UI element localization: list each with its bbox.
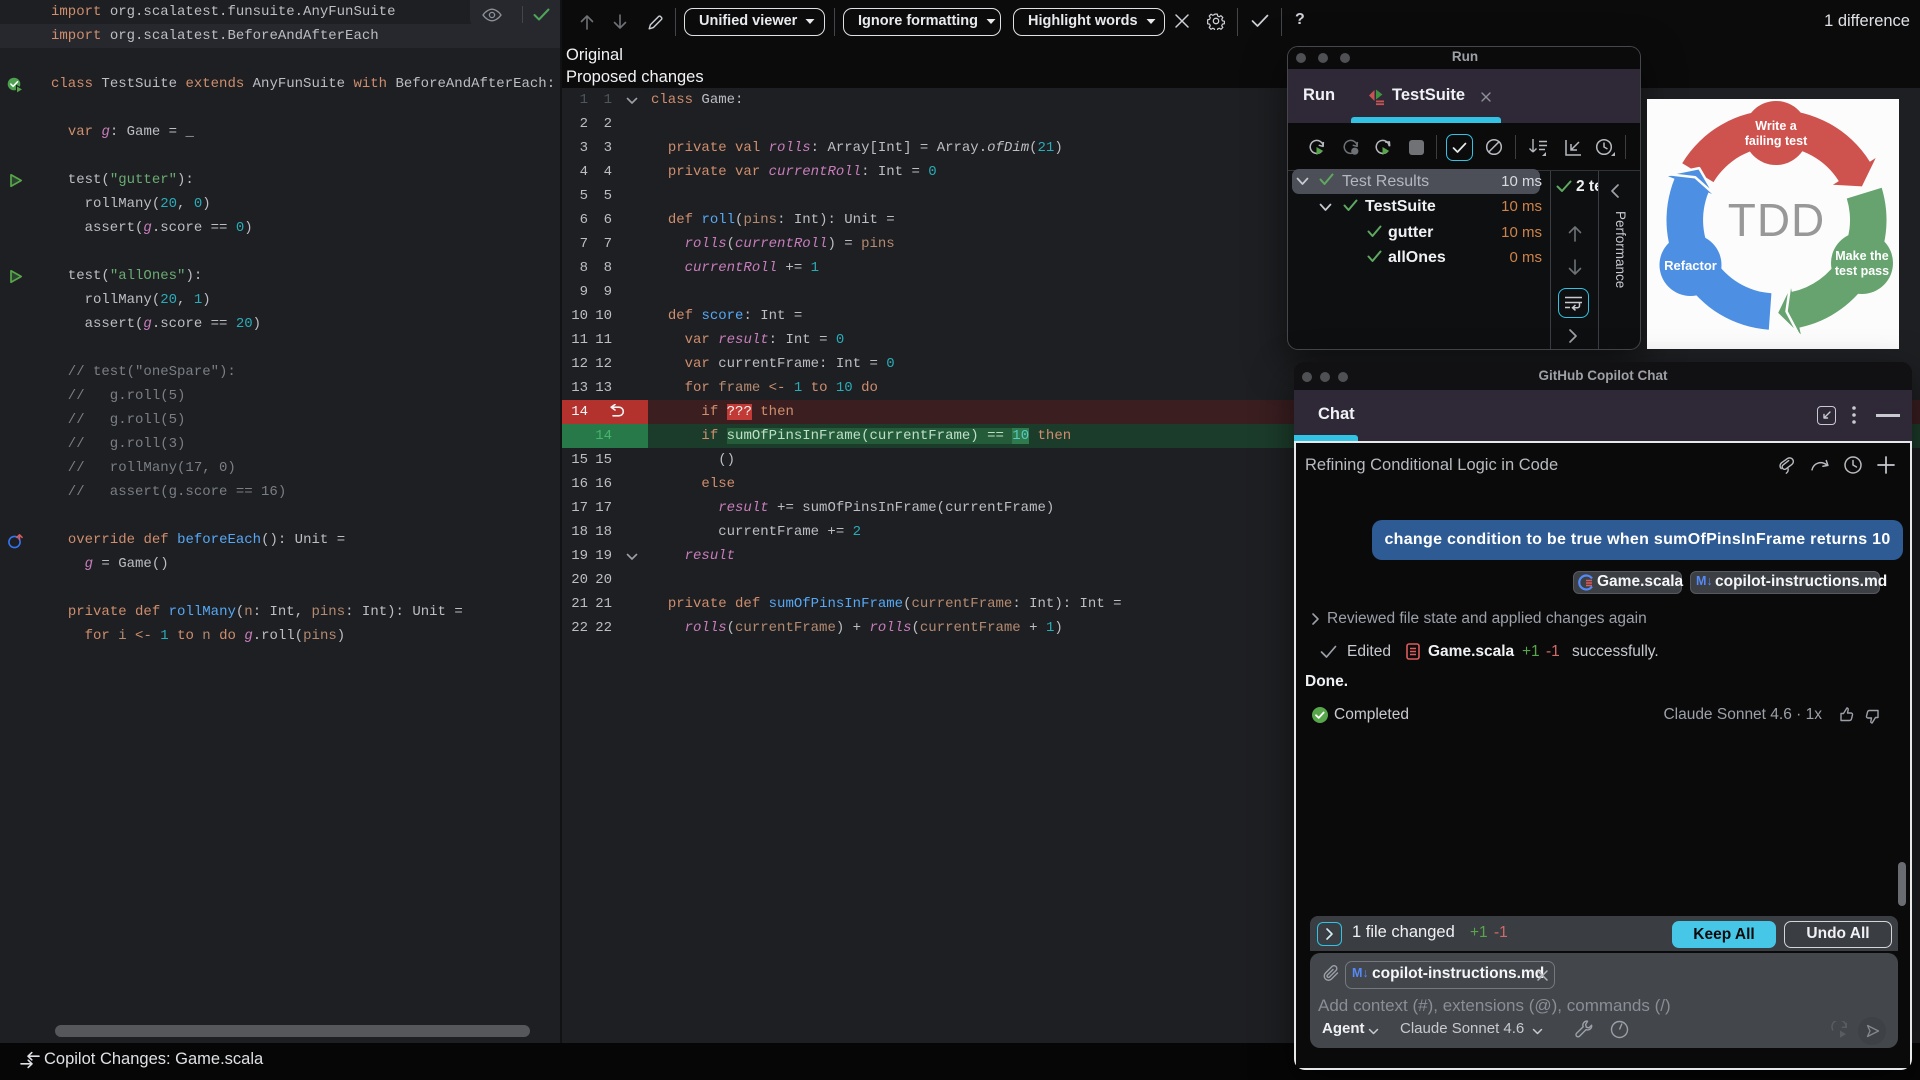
- svg-text:TDD: TDD: [1728, 194, 1826, 246]
- svg-text:Refactor: Refactor: [1664, 258, 1717, 273]
- svg-text:Make the: Make the: [1835, 249, 1889, 263]
- svg-text:failing test: failing test: [1745, 134, 1808, 148]
- svg-text:test pass: test pass: [1835, 264, 1889, 278]
- svg-text:Write a: Write a: [1755, 119, 1797, 133]
